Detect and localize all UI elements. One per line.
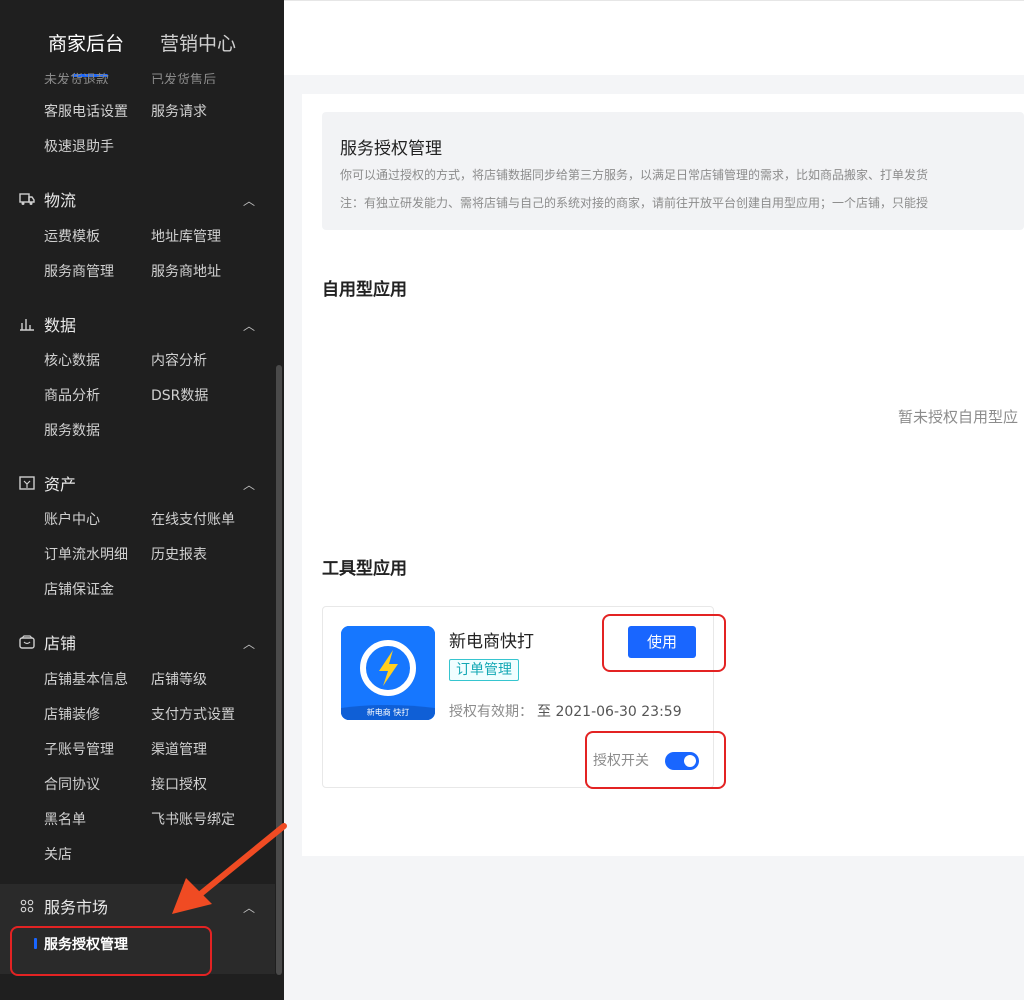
chevron-up-icon[interactable]: ︿	[243, 192, 255, 209]
sidebar-item-aftersale-shipped[interactable]: 已发货售后	[151, 68, 216, 84]
sidebar-item[interactable]: 服务商管理	[44, 262, 114, 282]
tab-marketing-center[interactable]: 营销中心	[160, 30, 236, 58]
sidebar-section-assets[interactable]: 资产	[18, 474, 76, 497]
sidebar-item[interactable]: 接口授权	[151, 775, 207, 795]
arrow-icon	[172, 823, 287, 914]
sidebar-section-logistics[interactable]: 物流	[18, 190, 76, 213]
sidebar-item-quick-refund[interactable]: 极速退助手	[44, 137, 114, 157]
sidebar-item[interactable]: 关店	[44, 845, 72, 865]
sidebar-item[interactable]: 运费模板	[44, 227, 100, 247]
chevron-up-icon[interactable]: ︿	[243, 635, 255, 652]
app-name: 新电商快打	[449, 632, 534, 652]
sidebar-item[interactable]: 历史报表	[151, 545, 207, 565]
sidebar-item[interactable]: DSR数据	[151, 386, 208, 406]
sidebar-item[interactable]: 黑名单	[44, 810, 86, 830]
sidebar-item-service-phone[interactable]: 客服电话设置	[44, 102, 128, 122]
page-title: 服务授权管理	[340, 139, 442, 159]
sidebar-item[interactable]: 渠道管理	[151, 740, 207, 760]
section-title: 服务市场	[44, 898, 109, 917]
section-title: 资产	[44, 475, 77, 494]
chevron-up-icon[interactable]: ︿	[243, 317, 255, 334]
sidebar-item[interactable]: 支付方式设置	[151, 705, 235, 725]
expire-label: 授权有效期：	[449, 704, 533, 720]
sidebar-item[interactable]: 核心数据	[44, 351, 100, 371]
sidebar-item[interactable]: 合同协议	[44, 775, 100, 795]
sidebar-item[interactable]: 账户中心	[44, 510, 100, 530]
self-apps-heading: 自用型应用	[322, 280, 407, 300]
section-title: 店铺	[44, 634, 77, 653]
sidebar-section-shop[interactable]: 店铺	[18, 633, 76, 656]
sidebar-item-service-request[interactable]: 服务请求	[151, 102, 207, 122]
sidebar-item[interactable]: 订单流水明细	[44, 545, 128, 565]
self-apps-empty: 暂未授权自用型应	[898, 408, 1019, 426]
sidebar-item[interactable]: 内容分析	[151, 351, 207, 371]
highlight-box-use	[602, 614, 726, 672]
sidebar-item[interactable]: 店铺等级	[151, 670, 207, 690]
app-tag: 订单管理	[449, 659, 519, 681]
grid-icon	[18, 898, 36, 920]
section-title: 物流	[44, 191, 77, 210]
expire-value: 至 2021-06-30 23:59	[537, 704, 682, 720]
sidebar-section-data[interactable]: 数据	[18, 315, 76, 338]
highlight-box-switch	[585, 731, 726, 789]
sidebar-item[interactable]: 服务商地址	[151, 262, 221, 282]
page-note: 注：有独立研发能力、需将店铺与自己的系统对接的商家，请前往开放平台创建自用型应用…	[340, 196, 929, 210]
sidebar-item[interactable]: 店铺装修	[44, 705, 100, 725]
sidebar-section-service-market[interactable]: 服务市场	[18, 897, 108, 920]
section-title: 数据	[44, 316, 77, 335]
shop-icon	[18, 634, 36, 656]
top-nav: 商家后台 营销中心	[0, 0, 284, 78]
tab-merchant-backend[interactable]: 商家后台	[48, 30, 124, 58]
info-box: 服务授权管理 你可以通过授权的方式，将店铺数据同步给第三方服务，以满足日常店铺管…	[322, 112, 1024, 230]
bar-chart-icon	[18, 316, 36, 338]
sidebar-item[interactable]: 在线支付账单	[151, 510, 235, 530]
sidebar-item[interactable]: 商品分析	[44, 386, 100, 406]
sidebar-item[interactable]: 地址库管理	[151, 227, 221, 247]
sidebar-item[interactable]: 服务数据	[44, 421, 100, 441]
sidebar-item[interactable]: 子账号管理	[44, 740, 114, 760]
tool-apps-heading: 工具型应用	[322, 559, 407, 579]
sidebar-item[interactable]: 店铺基本信息	[44, 670, 128, 690]
highlight-box-sidebar	[10, 926, 212, 976]
main-content: 服务授权管理 你可以通过授权的方式，将店铺数据同步给第三方服务，以满足日常店铺管…	[284, 0, 1024, 1000]
page-header	[284, 0, 1024, 75]
page-description: 你可以通过授权的方式，将店铺数据同步给第三方服务，以满足日常店铺管理的需求，比如…	[340, 168, 929, 182]
chevron-up-icon[interactable]: ︿	[243, 476, 255, 493]
app-logo[interactable]: 新电商 快打	[341, 626, 435, 720]
wallet-icon	[18, 475, 36, 497]
sidebar-item[interactable]: 店铺保证金	[44, 580, 114, 600]
sidebar-item-refund-unshipped[interactable]: 未发货退款	[44, 68, 109, 84]
truck-icon	[18, 191, 36, 213]
app-logo-text: 新电商 快打	[366, 708, 410, 717]
app-expire: 授权有效期：至 2021-06-30 23:59	[449, 701, 682, 721]
